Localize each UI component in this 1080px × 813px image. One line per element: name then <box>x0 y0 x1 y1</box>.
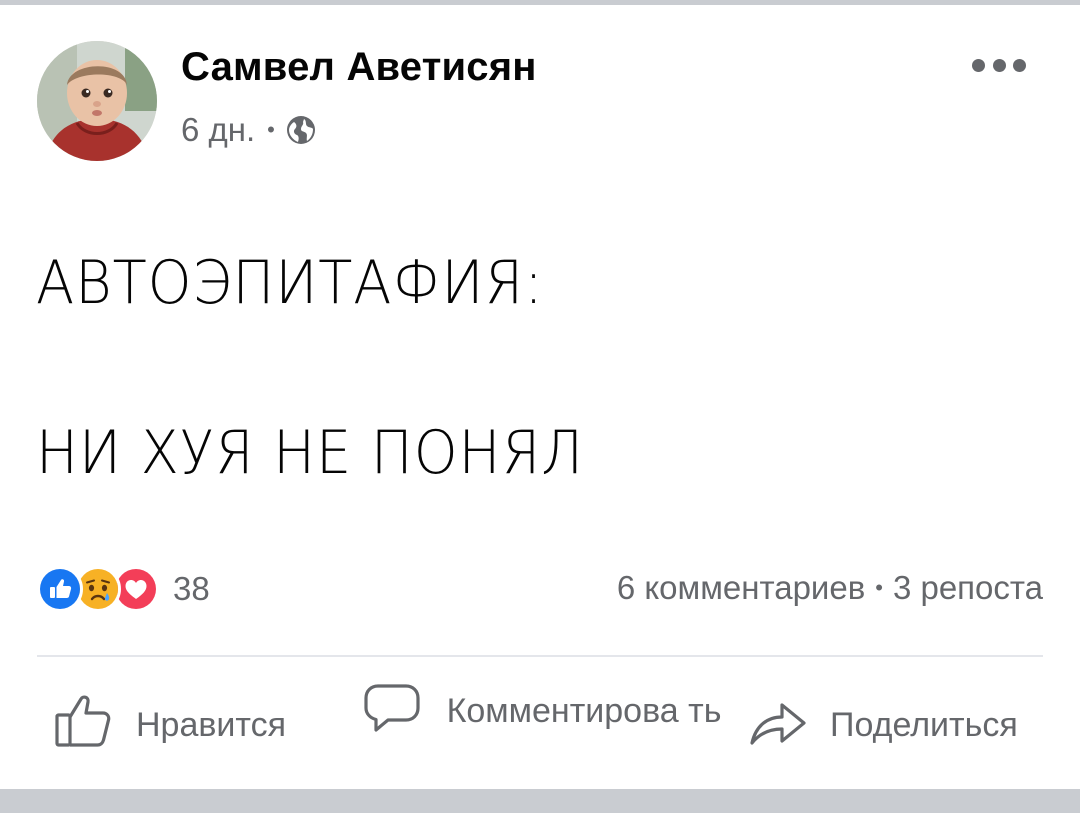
like-button[interactable]: Нравится <box>54 693 286 758</box>
bottom-separator <box>0 789 1080 813</box>
like-label: Нравится <box>136 706 287 744</box>
more-dot-icon <box>972 58 985 72</box>
post-text-line: НИ ХУЯ НЕ ПОНЯЛ <box>36 418 585 488</box>
comment-label: Комментирова ть <box>446 691 722 730</box>
share-button[interactable]: Поделиться <box>748 693 1018 758</box>
post-stats: 6 комментариев • 3 репоста <box>617 569 1043 607</box>
like-reaction-icon <box>37 566 83 612</box>
share-label: Поделиться <box>830 706 1018 744</box>
share-arrow-icon <box>748 693 808 758</box>
comment-bubble-icon <box>362 678 422 743</box>
author-name[interactable]: Самвел Аветисян <box>181 45 537 90</box>
comment-button[interactable]: Комментирова ть <box>362 678 724 743</box>
more-options-button[interactable] <box>972 55 1026 75</box>
more-dot-icon <box>992 58 1006 72</box>
reactions-summary[interactable]: 38 <box>37 566 210 612</box>
avatar[interactable] <box>37 41 157 161</box>
shares-count-link[interactable]: 3 репоста <box>893 569 1043 607</box>
post-text-line: АВТОЭПИТАФИЯ: <box>36 248 544 318</box>
more-dot-icon <box>1013 58 1026 72</box>
reaction-count: 38 <box>173 570 210 607</box>
globe-icon <box>285 114 317 146</box>
stats-separator: • <box>875 575 883 600</box>
top-separator <box>0 0 1080 5</box>
post-meta: 6 дн. • <box>181 111 317 149</box>
meta-separator: • <box>267 117 275 142</box>
actions-divider <box>37 655 1043 657</box>
comments-count-link[interactable]: 6 комментариев <box>617 569 865 607</box>
post-time[interactable]: 6 дн. <box>181 111 255 149</box>
thumbs-up-icon <box>54 693 112 758</box>
